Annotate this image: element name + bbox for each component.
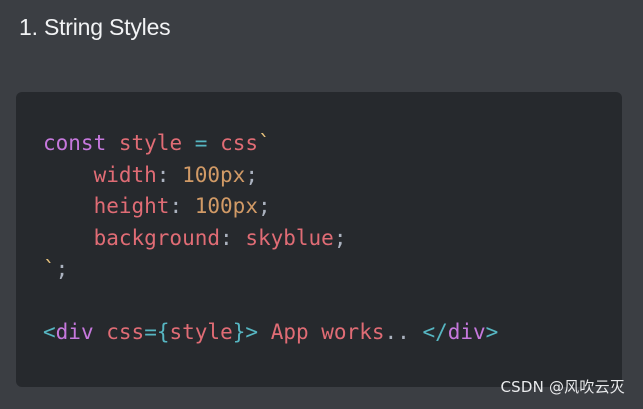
code-equals: = [144,320,157,344]
code-identifier: style [169,320,233,344]
code-variable: style [118,131,183,155]
code-colon: : [156,162,170,187]
code-tag: div [55,320,94,344]
code-keyword: const [43,131,107,155]
code-value: 100px [182,162,246,187]
code-angle: > [245,320,259,344]
code-property: height [93,194,170,218]
code-property: width [93,162,157,187]
code-operator: = [194,131,208,155]
code-line-2: width: 100px; [43,160,498,192]
code-colon: : [169,194,183,218]
page-title: 1. String Styles [19,14,171,40]
code-brace: { [156,320,170,344]
code-ellipsis: .. [384,320,410,344]
code-semicolon: ; [257,194,271,218]
code-text: App works [270,320,385,344]
code-colon: : [220,225,233,250]
code-line-5: `; [43,254,498,286]
code-line-7: <div css={style}> App works.. </div> [43,317,498,349]
code-angle: > [485,320,499,344]
code-brace: } [232,320,246,344]
code-line-1: const style = css` [43,128,498,160]
code-value: 100px [194,194,258,218]
code-tag: div [447,320,486,344]
code-content: const style = css` width: 100px; height:… [43,128,498,349]
code-property: background [93,225,221,250]
code-block: const style = css` width: 100px; height:… [16,92,622,387]
code-semicolon: ; [245,162,258,187]
code-semicolon: ; [333,225,347,250]
code-value: skyblue [245,225,334,250]
code-backtick: ` [258,131,271,155]
code-line-3: height: 100px; [43,191,498,223]
code-angle: < [43,320,56,344]
code-function: css [220,131,258,155]
watermark: CSDN @风吹云灭 [500,378,625,396]
code-line-4: background: skyblue; [43,223,498,255]
code-backtick: ` [43,257,56,281]
code-attribute: css [106,320,145,344]
code-semicolon: ; [55,257,69,281]
code-angle: </ [422,320,448,344]
